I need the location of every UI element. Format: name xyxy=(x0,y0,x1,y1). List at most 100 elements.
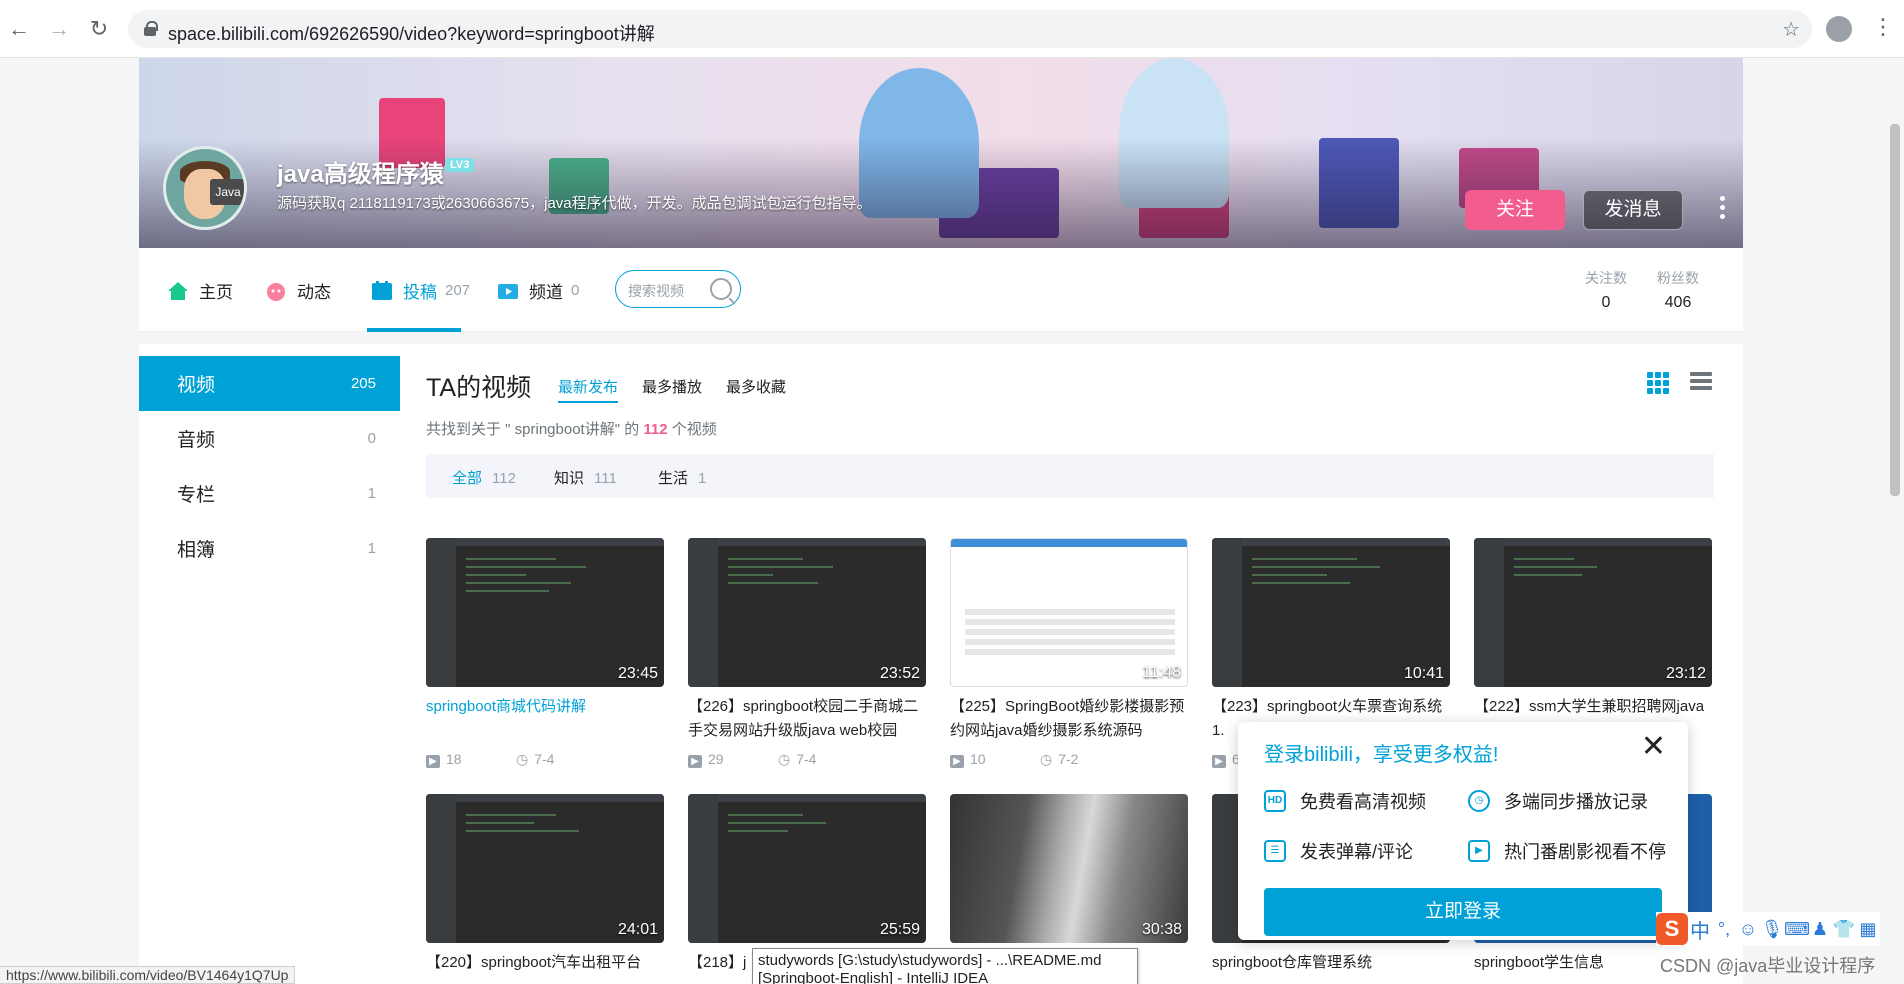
message-button[interactable]: 发消息 xyxy=(1583,190,1683,230)
video-duration: 30:38 xyxy=(1141,921,1182,938)
address-bar[interactable]: space.bilibili.com/692626590/video?keywo… xyxy=(128,10,1812,48)
login-prompt-title: 登录bilibili，享受更多权益! xyxy=(1264,744,1499,766)
filter-knowledge[interactable]: 知识 111 xyxy=(554,467,617,488)
forward-icon[interactable]: → xyxy=(44,14,74,44)
skin-icon[interactable]: 👕 xyxy=(1832,919,1856,940)
result-summary: 共找到关于 " springboot讲解" 的 112 个视频 xyxy=(426,421,717,438)
video-card[interactable]: 11:48 【225】SpringBoot婚纱影楼摄影预约网站java婚纱摄影系… xyxy=(950,538,1188,768)
video-duration: 25:59 xyxy=(879,921,920,938)
list-view-icon[interactable] xyxy=(1690,372,1712,394)
sort-latest[interactable]: 最新发布 xyxy=(558,376,619,403)
video-thumbnail[interactable]: 10:41 xyxy=(1212,538,1450,687)
fans-stat[interactable]: 粉丝数 406 xyxy=(1657,268,1699,312)
video-card[interactable]: 24:01 【220】springboot汽车出租平台 xyxy=(426,794,664,984)
hd-icon: HD xyxy=(1264,790,1286,812)
keyboard-icon[interactable]: ⌨ xyxy=(1784,919,1810,940)
play-icon: ▶ xyxy=(1468,840,1490,862)
login-prompt-dialog: 登录bilibili，享受更多权益! ✕ HD 免费看高清视频 ◷ 多端同步播放… xyxy=(1238,722,1688,940)
bookmark-star-icon[interactable]: ☆ xyxy=(1782,17,1800,42)
feature-hd: HD 免费看高清视频 xyxy=(1264,788,1426,814)
login-button[interactable]: 立即登录 xyxy=(1264,888,1662,936)
tab-dynamic[interactable]: 动态 xyxy=(265,278,331,303)
content-sidebar: 视频 205 音频 0 专栏 1 相簿 1 xyxy=(139,356,400,576)
video-thumbnail[interactable]: 11:48 xyxy=(950,538,1188,687)
browser-toolbar: ← → ↻ space.bilibili.com/692626590/video… xyxy=(0,0,1904,58)
video-thumbnail[interactable]: 23:12 xyxy=(1474,538,1712,687)
space-banner: Java java高级程序猿 LV3 源码获取q 2118119173或2630… xyxy=(139,58,1743,248)
video-duration: 24:01 xyxy=(617,921,658,938)
emoji-icon[interactable]: ☺ xyxy=(1736,919,1760,940)
video-title[interactable]: springboot仓库管理系统 xyxy=(1212,951,1450,984)
video-thumbnail[interactable]: 23:45 xyxy=(426,538,664,687)
user-icon[interactable]: ♟ xyxy=(1808,919,1832,940)
play-count: 10 xyxy=(950,751,1040,768)
sidebar-item-video[interactable]: 视频 205 xyxy=(139,356,400,411)
video-card[interactable]: 23:52 【226】springboot校园二手商城二手交易网站升级版java… xyxy=(688,538,926,768)
avatar[interactable]: Java xyxy=(163,146,247,230)
microphone-icon[interactable]: 🎙 xyxy=(1760,919,1784,940)
video-duration: 10:41 xyxy=(1403,665,1444,682)
search-icon[interactable] xyxy=(710,278,732,300)
tab-uploads[interactable]: 投稿 207 xyxy=(371,278,470,303)
more-menu-icon[interactable]: ⋮ xyxy=(1872,14,1894,40)
video-thumbnail[interactable]: 24:01 xyxy=(426,794,664,943)
upload-date: 7-2 xyxy=(1040,751,1078,768)
page-scrollbar[interactable] xyxy=(1890,124,1900,496)
feature-bangumi: ▶ 热门番剧影视看不停 xyxy=(1468,838,1666,864)
punctuation-icon[interactable]: °, xyxy=(1712,919,1736,940)
video-title[interactable]: 【225】SpringBoot婚纱影楼摄影预约网站java婚纱摄影系统源码 xyxy=(950,695,1188,743)
window-tooltip: studywords [G:\study\studywords] - ...\R… xyxy=(752,948,1138,984)
home-icon xyxy=(168,281,188,300)
profile-icon[interactable] xyxy=(1826,16,1852,42)
close-icon[interactable]: ✕ xyxy=(1641,732,1666,762)
reload-icon[interactable]: ↻ xyxy=(84,14,114,44)
sort-most-played[interactable]: 最多播放 xyxy=(642,376,702,397)
play-count: 18 xyxy=(426,751,516,768)
video-title[interactable]: springboot商城代码讲解 xyxy=(426,695,664,743)
uploads-icon xyxy=(372,280,392,300)
sogou-logo-icon[interactable]: S xyxy=(1656,913,1688,945)
feature-danmaku: ☰ 发表弹幕/评论 xyxy=(1264,838,1413,864)
category-filter-bar: 全部 112 知识 111 生活 1 xyxy=(426,454,1714,498)
filter-life[interactable]: 生活 1 xyxy=(658,467,706,488)
sidebar-item-audio[interactable]: 音频 0 xyxy=(139,411,400,466)
grid-view-icon[interactable] xyxy=(1647,372,1669,394)
ime-language[interactable]: 中 xyxy=(1688,915,1712,944)
play-count: 29 xyxy=(688,751,778,768)
clock-icon: ◷ xyxy=(1468,790,1490,812)
active-tab-indicator xyxy=(367,328,461,332)
sidebar-item-album[interactable]: 相簿 1 xyxy=(139,521,400,576)
back-icon[interactable]: ← xyxy=(4,14,34,44)
tab-home[interactable]: 主页 xyxy=(167,278,233,303)
url-text[interactable]: space.bilibili.com/692626590/video?keywo… xyxy=(168,20,655,46)
video-search-input[interactable]: 搜索视频 xyxy=(615,270,741,308)
video-card[interactable]: 23:12 【222】ssm大学生兼职招聘网java xyxy=(1474,538,1712,743)
watermark-text: CSDN @java毕业设计程序 xyxy=(1660,956,1876,976)
video-duration: 23:12 xyxy=(1665,665,1706,682)
follow-button[interactable]: 关注 xyxy=(1465,190,1565,230)
status-url: https://www.bilibili.com/video/BV1464y1Q… xyxy=(0,966,296,984)
more-options-icon[interactable] xyxy=(1715,192,1729,228)
video-title[interactable]: 【220】springboot汽车出租平台 xyxy=(426,951,664,984)
video-card[interactable]: 23:45 springboot商城代码讲解 18 7-4 xyxy=(426,538,664,768)
filter-all[interactable]: 全部 112 xyxy=(452,467,516,488)
video-thumbnail[interactable]: 23:52 xyxy=(688,538,926,687)
level-badge: LV3 xyxy=(445,158,475,172)
upload-date: 7-4 xyxy=(516,751,554,768)
up-name: java高级程序猿 xyxy=(277,161,444,188)
video-duration: 23:52 xyxy=(879,665,920,682)
video-title[interactable]: 【226】springboot校园二手商城二手交易网站升级版java web校园 xyxy=(688,695,926,743)
following-stat[interactable]: 关注数 0 xyxy=(1585,268,1627,312)
video-duration: 23:45 xyxy=(617,665,658,682)
video-thumbnail[interactable]: 25:59 xyxy=(688,794,926,943)
comment-icon: ☰ xyxy=(1264,840,1286,862)
sidebar-item-article[interactable]: 专栏 1 xyxy=(139,466,400,521)
tab-channel[interactable]: 频道 0 xyxy=(497,278,579,303)
lock-icon xyxy=(144,21,158,36)
feature-sync: ◷ 多端同步播放记录 xyxy=(1468,788,1648,814)
page-title: TA的视频 xyxy=(426,374,532,402)
toolbox-icon[interactable]: ▦ xyxy=(1856,919,1880,940)
sort-most-favorited[interactable]: 最多收藏 xyxy=(726,376,786,397)
video-thumbnail[interactable]: 30:38 xyxy=(950,794,1188,943)
up-signature: 源码获取q 2118119173或2630663675，java程序代做，开发。… xyxy=(277,195,872,212)
